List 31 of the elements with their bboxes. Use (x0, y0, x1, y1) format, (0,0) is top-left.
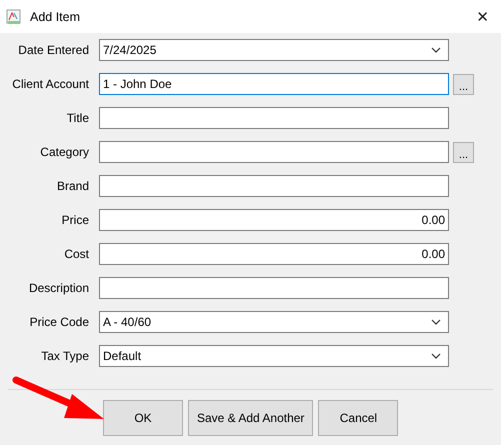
close-button[interactable]: ✕ (472, 8, 493, 26)
field-label: Date Entered (17, 43, 90, 57)
dropdown-field[interactable]: 7/24/2025 (99, 39, 449, 61)
dialog-button[interactable]: Save & Add Another (188, 400, 314, 436)
field-label: Brand (56, 179, 90, 193)
input-field[interactable] (99, 107, 449, 129)
dialog-button[interactable]: OK (103, 400, 183, 436)
dialog-button[interactable]: Cancel (318, 400, 398, 436)
input-field[interactable] (99, 175, 449, 197)
app-icon (6, 8, 22, 24)
field-label: Category (39, 145, 90, 159)
field-label: Tax Type (40, 349, 90, 363)
window-title: Add Item (30, 10, 82, 24)
browse-button[interactable]: ... (453, 74, 474, 94)
dropdown-field[interactable]: Default (99, 345, 449, 367)
field-label: Client Account (11, 77, 90, 91)
field-label: Cost (63, 247, 90, 261)
browse-button[interactable]: ... (453, 142, 474, 162)
field-label: Price (60, 213, 90, 227)
input-field[interactable]: 0.00 (99, 209, 449, 231)
input-field[interactable] (99, 141, 449, 163)
field-label: Price Code (28, 315, 90, 329)
chevron-down-icon[interactable] (431, 47, 441, 53)
field-label: Title (66, 111, 90, 125)
chevron-down-icon[interactable] (431, 353, 441, 359)
input-field[interactable] (99, 277, 449, 299)
field-label: Description (28, 281, 90, 295)
chevron-down-icon[interactable] (431, 319, 441, 325)
input-field[interactable]: 0.00 (99, 243, 449, 265)
input-field[interactable]: 1 - John Doe (99, 73, 449, 95)
dropdown-field[interactable]: A - 40/60 (99, 311, 449, 333)
